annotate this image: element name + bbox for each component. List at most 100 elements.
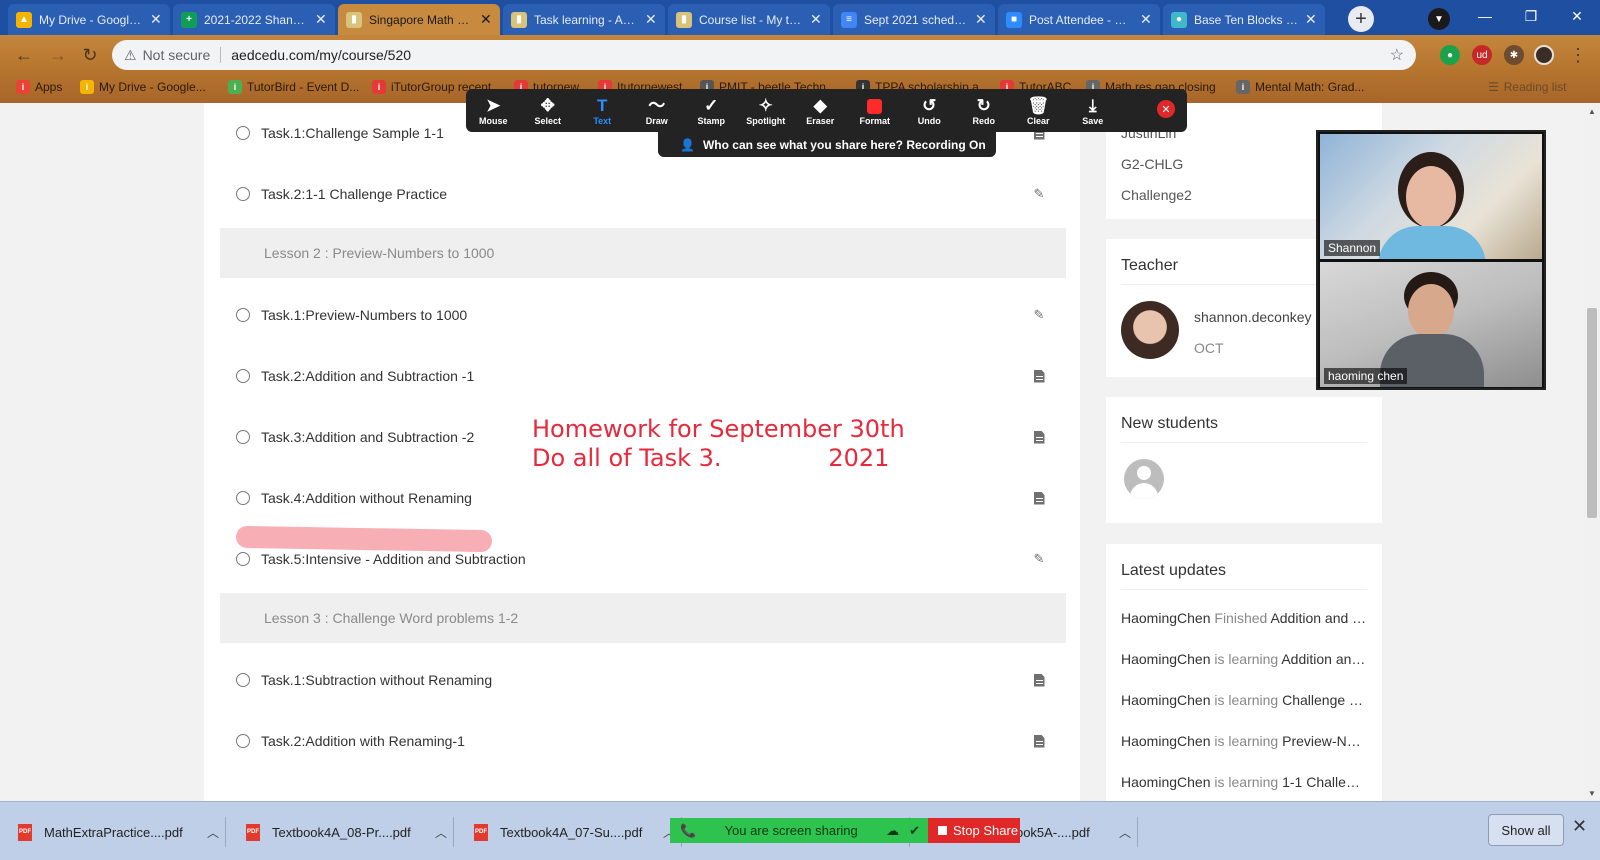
video-tile-haoming[interactable]: haoming chen — [1320, 262, 1542, 387]
download-item[interactable]: PDF Textbook4A_07-Su....pdf ︿ — [456, 815, 682, 849]
task-status-radio[interactable] — [236, 187, 250, 201]
doc-icon[interactable] — [1032, 733, 1046, 749]
update-item[interactable]: HaomingChen is learning Challenge Sample… — [1121, 692, 1367, 708]
annotate-tool-clear[interactable]: 🗑 Clear — [1011, 89, 1066, 132]
teacher-avatar[interactable] — [1121, 301, 1179, 359]
task-status-radio[interactable] — [236, 552, 250, 566]
classmate-link[interactable]: Challenge2 — [1121, 187, 1192, 203]
download-item[interactable]: PDF MathExtraPractice....pdf ︿ — [0, 815, 226, 849]
tab-close-icon[interactable]: ✕ — [975, 11, 987, 28]
task-status-radio[interactable] — [236, 126, 250, 140]
bookmark-item[interactable]: i TutorBird - Event D... — [228, 78, 359, 96]
menu-kebab-icon[interactable]: ⋮ — [1566, 43, 1590, 67]
task-title[interactable]: Task.1:Preview-Numbers to 1000 — [261, 307, 467, 323]
profile-avatar[interactable] — [1534, 45, 1554, 65]
browser-tab[interactable]: ≡ Sept 2021 schedule ✕ — [833, 4, 995, 35]
address-bar[interactable]: ⚠ Not secure aedcedu.com/my/course/520 ☆ — [112, 40, 1416, 70]
show-all-button[interactable]: Show all — [1488, 814, 1564, 846]
stop-share-button[interactable]: Stop Share — [928, 818, 1020, 843]
annotate-tool-redo[interactable]: ↻ Redo — [957, 89, 1012, 132]
annotate-tool-draw[interactable]: 〜 Draw — [630, 89, 685, 132]
task-title[interactable]: Task.4:Addition without Renaming — [261, 490, 472, 506]
tab-close-icon[interactable]: ✕ — [1305, 11, 1317, 28]
task-row[interactable]: Task.1:Subtraction without Renaming — [236, 665, 1066, 695]
task-title[interactable]: Task.2:Addition and Subtraction -1 — [261, 368, 474, 384]
chevron-up-icon[interactable]: ︿ — [429, 824, 453, 841]
browser-tab[interactable]: ■ Post Attendee - Zoom ✕ — [998, 4, 1160, 35]
scroll-thumb[interactable] — [1587, 308, 1597, 518]
update-item[interactable]: HaomingChen is learning Addition and Sub… — [1121, 651, 1367, 667]
url-text[interactable]: aedcedu.com/my/course/520 — [231, 47, 411, 63]
task-title[interactable]: Task.3:Addition and Subtraction -2 — [261, 429, 474, 445]
task-title[interactable]: Task.2:1-1 Challenge Practice — [261, 186, 447, 202]
close-download-bar-icon[interactable]: ✕ — [1572, 816, 1587, 837]
extensions-puzzle-icon[interactable]: ✱ — [1504, 45, 1524, 65]
task-status-radio[interactable] — [236, 308, 250, 322]
scroll-down-icon[interactable]: ▼ — [1584, 785, 1600, 801]
tab-close-icon[interactable]: ✕ — [150, 11, 162, 28]
reload-icon[interactable]: ↻ — [78, 43, 102, 67]
pencil-icon[interactable]: ✎ — [1032, 551, 1046, 567]
update-item[interactable]: HaomingChen Finished Addition and Subtra… — [1121, 610, 1367, 626]
browser-tab[interactable]: ▮ Singapore Math - Course ✕ — [338, 4, 500, 35]
bookmark-star-icon[interactable]: ☆ — [1390, 45, 1404, 65]
bookmark-item[interactable]: i My Drive - Google... — [80, 78, 206, 96]
task-status-radio[interactable] — [236, 734, 250, 748]
chevron-up-icon[interactable]: ︿ — [1113, 824, 1137, 841]
task-title[interactable]: Task.1:Subtraction without Renaming — [261, 672, 492, 688]
task-title[interactable]: Task.2:Addition with Renaming-1 — [261, 733, 465, 749]
task-row[interactable]: Task.2:Addition with Renaming-1 — [236, 726, 1066, 756]
forward-icon[interactable]: → — [46, 43, 70, 67]
tab-close-icon[interactable]: ✕ — [645, 11, 657, 28]
video-tile-shannon[interactable]: Shannon — [1320, 134, 1542, 259]
browser-tab[interactable]: ● Base Ten Blocks | Math ✕ — [1163, 4, 1325, 35]
restore-button[interactable]: ❐ — [1508, 0, 1554, 32]
warning-icon[interactable]: ⚠ — [124, 47, 137, 64]
annotate-tool-format[interactable]: Format — [848, 89, 903, 132]
task-row[interactable]: Task.4:Addition without Renaming — [236, 483, 1066, 513]
minimize-button[interactable]: — — [1462, 0, 1508, 32]
doc-icon[interactable] — [1032, 672, 1046, 688]
browser-tab[interactable]: ▮ Task learning - Academy ✕ — [503, 4, 665, 35]
annotate-tool-select[interactable]: ✥ Select — [521, 89, 576, 132]
close-window-button[interactable]: ✕ — [1554, 0, 1600, 32]
doc-icon[interactable] — [1032, 490, 1046, 506]
task-row[interactable]: Task.1:Preview-Numbers to 1000 ✎ — [236, 300, 1066, 330]
page-scrollbar[interactable]: ▲ ▼ — [1584, 103, 1600, 801]
update-item[interactable]: HaomingChen is learning Preview-Numbers … — [1121, 733, 1367, 749]
task-row[interactable]: Task.2:1-1 Challenge Practice ✎ — [236, 179, 1066, 209]
tab-search-icon[interactable]: ▼ — [1428, 8, 1450, 30]
update-item[interactable]: HaomingChen is learning 1-1 Challenge Pr… — [1121, 774, 1367, 790]
annotate-tool-spotlight[interactable]: ✧ Spotlight — [739, 89, 794, 132]
reading-list-link[interactable]: ☰ Reading list — [1488, 78, 1566, 96]
tab-close-icon[interactable]: ✕ — [480, 11, 492, 28]
doc-icon[interactable] — [1032, 368, 1046, 384]
pencil-icon[interactable]: ✎ — [1032, 186, 1046, 202]
tab-close-icon[interactable]: ✕ — [1140, 11, 1152, 28]
task-status-radio[interactable] — [236, 369, 250, 383]
task-title[interactable]: Task.1:Challenge Sample 1-1 — [261, 125, 444, 141]
task-title[interactable]: Task.5:Intensive - Addition and Subtract… — [261, 551, 526, 567]
annotate-tool-eraser[interactable]: ◆ Eraser — [793, 89, 848, 132]
annotate-tool-undo[interactable]: ↺ Undo — [902, 89, 957, 132]
annotate-tool-mouse[interactable]: ➤ Mouse — [466, 89, 521, 132]
bookmark-item[interactable]: i Apps — [16, 78, 62, 96]
annotate-tool-text[interactable]: T Text — [575, 89, 630, 132]
security-label[interactable]: Not secure — [143, 47, 211, 63]
task-row[interactable]: Task.2:Addition and Subtraction -1 — [236, 361, 1066, 391]
task-status-radio[interactable] — [236, 430, 250, 444]
classmate-link[interactable]: G2-CHLG — [1121, 156, 1183, 172]
browser-tab[interactable]: ▲ My Drive - Google Drive ✕ — [8, 4, 170, 35]
tab-close-icon[interactable]: ✕ — [315, 11, 327, 28]
task-status-radio[interactable] — [236, 491, 250, 505]
zoom-video-panel[interactable]: Shannon haoming chen — [1316, 130, 1546, 390]
chevron-up-icon[interactable]: ︿ — [201, 824, 225, 841]
pencil-icon[interactable]: ✎ — [1032, 307, 1046, 323]
extension-ud-icon[interactable]: ud — [1472, 45, 1492, 65]
tab-close-icon[interactable]: ✕ — [810, 11, 822, 28]
back-icon[interactable]: ← — [12, 43, 36, 67]
download-item[interactable]: PDF Textbook4A_08-Pr....pdf ︿ — [228, 815, 454, 849]
annotate-tool-save[interactable]: ⤓ Save — [1066, 89, 1121, 132]
bookmark-item[interactable]: i Mental Math: Grad... — [1236, 78, 1364, 96]
browser-tab[interactable]: ▮ Course list - My teaching ✕ — [668, 4, 830, 35]
